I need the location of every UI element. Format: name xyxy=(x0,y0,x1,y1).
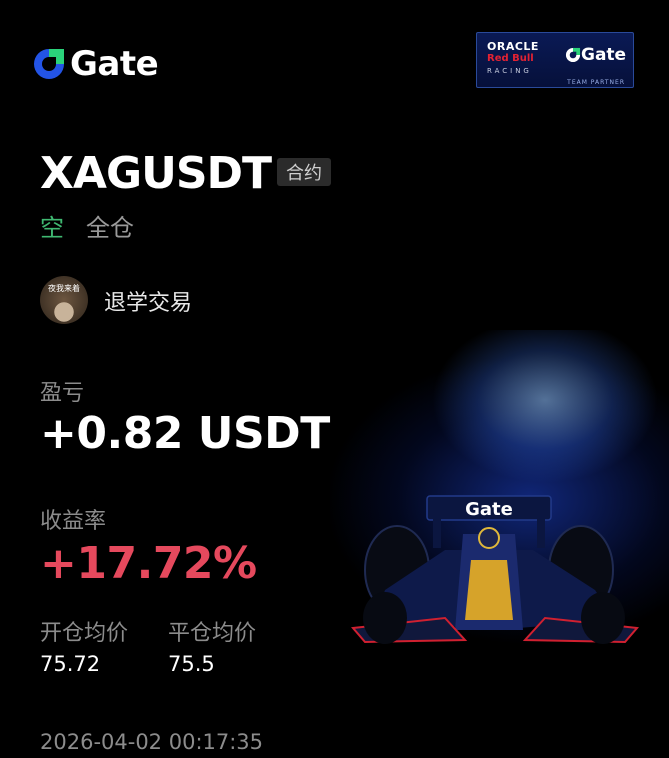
partner-line1: ORACLE xyxy=(487,40,539,53)
close-price-label: 平仓均价 xyxy=(168,621,257,646)
close-price-value: 75.5 xyxy=(168,652,215,676)
partner-gate-text: Gate xyxy=(581,45,627,65)
contract-type-badge: 合约 xyxy=(277,158,331,186)
position-side: 空 xyxy=(40,214,64,242)
team-partner-badge: ORACLE Red Bull RACING Gate TEAM PARTNER xyxy=(476,32,634,88)
open-price-value: 75.72 xyxy=(40,652,101,676)
car-wing-text: Gate xyxy=(465,499,513,520)
f1-car-image: Gate xyxy=(351,495,639,644)
contract-symbol: XAGUSDT xyxy=(40,148,272,199)
partner-line3: RACING xyxy=(487,67,532,75)
timestamp: 2026-04-02 00:17:35 xyxy=(40,730,264,754)
partner-footer: TEAM PARTNER xyxy=(567,79,625,86)
pnl-label: 盈亏 xyxy=(40,381,85,406)
open-price-label: 开仓均价 xyxy=(40,621,129,646)
avatar: 夜我来着 xyxy=(40,276,88,324)
partner-gate-icon xyxy=(565,47,581,63)
gate-logo-icon xyxy=(34,49,64,79)
pnl-value: +0.82 USDT xyxy=(40,408,330,459)
roi-value: +17.72% xyxy=(40,538,257,589)
gate-logo-text: Gate xyxy=(70,44,159,84)
margin-mode: 全仓 xyxy=(86,214,134,242)
partner-line2: Red Bull xyxy=(487,53,534,64)
gate-logo: Gate xyxy=(32,44,159,84)
username: 退学交易 xyxy=(104,291,193,316)
avatar-caption: 夜我来着 xyxy=(48,284,80,293)
partner-gate-logo: Gate xyxy=(565,45,626,65)
roi-label: 收益率 xyxy=(40,509,107,534)
